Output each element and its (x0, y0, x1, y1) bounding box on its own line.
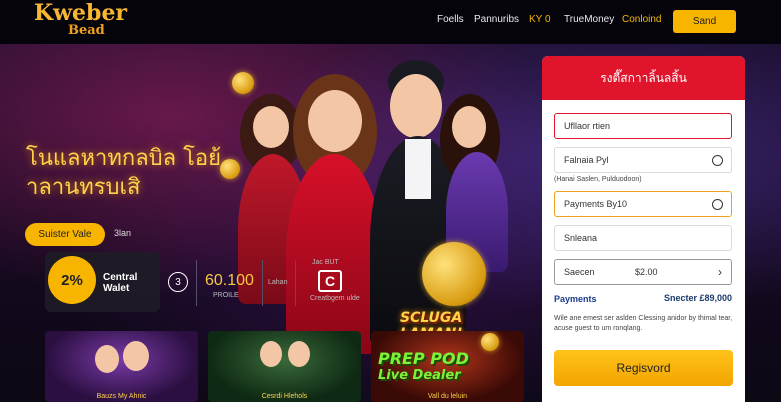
live-headline-line-1: PREP POD (378, 349, 469, 368)
nav-item-3[interactable]: KY 0 (529, 14, 551, 25)
card-character-face (123, 341, 149, 371)
amount-input-value: $2.00 (635, 267, 658, 277)
payments-value: Snecter £89,000 (663, 293, 732, 303)
tiny-label: Jac BUT (312, 259, 339, 266)
coin-icon (481, 333, 499, 351)
chevron-right-icon[interactable]: › (718, 265, 722, 279)
divider (262, 260, 263, 306)
top-header: Kweber Bead Foells Pannuribs KY 0 TrueMo… (0, 0, 781, 44)
bank-input-text: Snleana (564, 233, 598, 243)
wallet-label-line-1: Central (103, 272, 138, 283)
wallet-label-line-2: Walet (103, 283, 130, 294)
count-circle: 3 (168, 272, 188, 292)
live-headline-line-2: Live Dealer (378, 368, 461, 383)
big-value-label: PROILE (213, 292, 239, 299)
small-label: Lahan (268, 279, 288, 286)
nav-item-4[interactable]: TrueMoney (564, 14, 614, 25)
card-character-face (288, 341, 310, 367)
live-dealer-headline: PREP POD Live Dealer (378, 350, 469, 384)
wallet-label: Central Walet (103, 272, 137, 294)
nav-item-5[interactable]: Conloind (622, 14, 661, 25)
divider (295, 260, 296, 306)
character-body-2 (286, 154, 382, 354)
promo-pill-button[interactable]: Suister Vale (25, 223, 105, 246)
payments-label[interactable]: Payments (554, 294, 597, 304)
card-character-face (260, 341, 282, 367)
character-face-2 (308, 90, 362, 152)
promo-side-label: 3lan (114, 228, 132, 238)
game-card-caption: Bauzs My Ahnic (96, 393, 147, 400)
play-icon[interactable] (712, 155, 723, 166)
coin-icon (232, 72, 254, 94)
username-input-text: Ufllaor rtien (564, 121, 611, 131)
character-face-4 (452, 106, 486, 148)
radio-icon[interactable] (712, 199, 723, 210)
payment-select[interactable]: Payments By10 (554, 191, 732, 217)
username-input[interactable]: Ufllaor rtien (554, 113, 732, 139)
game-card-2[interactable]: Cesrdi Hlehols (208, 331, 361, 402)
game-card-caption: Vall du leluin (427, 393, 468, 400)
brand-logo[interactable]: Kweber Bead (34, 2, 127, 38)
c-caption: Creatbgem ulde (310, 295, 360, 302)
divider (196, 260, 197, 306)
register-button[interactable]: Regisvord (554, 350, 733, 386)
game-card-caption: Cesrdi Hlehols (261, 393, 308, 400)
character-face-1 (253, 106, 289, 148)
nav-item-2[interactable]: Pannuribs (474, 14, 519, 25)
fine-print: Wile ane emest ser aslden Clessing anido… (554, 315, 733, 332)
nav-item-1[interactable]: Foells (437, 14, 464, 25)
amount-input-label: Saecen (564, 267, 595, 277)
wallet-percent-badge: 2% (48, 256, 96, 304)
big-value: 60.100 (205, 272, 254, 289)
send-button[interactable]: Sand (673, 10, 736, 33)
input-hint: (Hanai Saslen, Pulduodoon) (554, 176, 642, 183)
game-card-1[interactable]: Bauzs My Ahnic (45, 331, 198, 402)
phone-input-text: Falnaia Pyl (564, 155, 609, 165)
c-logo-icon: C (318, 270, 342, 292)
phone-input[interactable]: Falnaia Pyl (554, 147, 732, 173)
character-face-3 (390, 74, 442, 138)
card-character-face (95, 345, 119, 373)
panel-title: รงตี๊สกาาลิ้นลสิ้น (542, 56, 745, 100)
payment-select-text: Payments By10 (564, 199, 628, 209)
amount-input[interactable]: Saecen $2.00 › (554, 259, 732, 285)
character-shirt-3 (405, 139, 431, 199)
registration-panel: รงตี๊สกาาลิ้นลสิ้น Ufllaor rtien Falnaia… (542, 56, 745, 402)
hero-title: โนแลหาทกลบิล โอย้าลานทรบเสิ (26, 146, 222, 200)
bank-input[interactable]: Snleana (554, 225, 732, 251)
